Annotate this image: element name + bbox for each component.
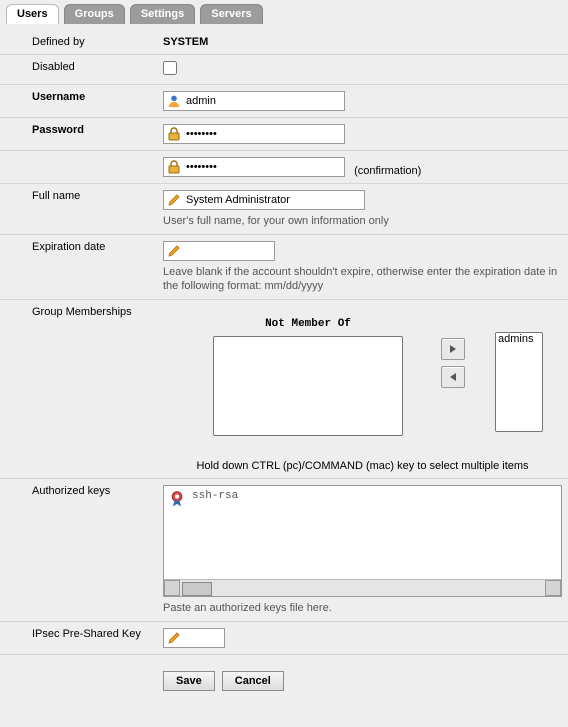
label-disabled: Disabled: [0, 54, 155, 84]
label-password: Password: [0, 117, 155, 150]
scroll-thumb[interactable]: [182, 582, 212, 596]
move-left-button[interactable]: [441, 366, 465, 388]
disabled-checkbox[interactable]: [163, 61, 177, 75]
label-defined-by: Defined by: [0, 30, 155, 54]
authorized-keys-textarea[interactable]: ssh-rsa: [163, 485, 562, 597]
pencil-icon: [166, 630, 182, 646]
pencil-icon: [166, 243, 182, 259]
ctrl-hint: Hold down CTRL (pc)/COMMAND (mac) key to…: [163, 460, 562, 472]
arrow-left-icon: [446, 370, 460, 384]
expiration-input[interactable]: [184, 242, 270, 260]
horizontal-scrollbar[interactable]: [164, 579, 561, 596]
authorized-keys-hint: Paste an authorized keys file here.: [163, 601, 562, 615]
ipsec-psk-input[interactable]: [184, 629, 220, 647]
scroll-right-button[interactable]: [545, 580, 561, 596]
lock-icon: [166, 126, 182, 142]
label-authorized-keys: Authorized keys: [0, 478, 155, 621]
authorized-keys-value: ssh-rsa: [192, 490, 238, 502]
scroll-left-button[interactable]: [164, 580, 180, 596]
expiration-hint: Leave blank if the account shouldn't exp…: [163, 265, 562, 293]
label-full-name: Full name: [0, 183, 155, 234]
label-ipsec-psk: IPsec Pre-Shared Key: [0, 621, 155, 654]
label-group-memberships: Group Memberships: [0, 299, 155, 478]
arrow-right-icon: [446, 342, 460, 356]
lock-icon: [166, 159, 182, 175]
tab-servers[interactable]: Servers: [200, 4, 262, 24]
value-defined-by: SYSTEM: [163, 36, 208, 48]
move-right-button[interactable]: [441, 338, 465, 360]
password-input[interactable]: [184, 125, 340, 143]
password-confirm-input[interactable]: [184, 158, 340, 176]
username-input[interactable]: [184, 92, 340, 110]
pencil-icon: [166, 192, 182, 208]
not-member-select[interactable]: [213, 336, 403, 436]
full-name-input[interactable]: [184, 191, 360, 209]
tab-groups[interactable]: Groups: [64, 4, 125, 24]
member-select[interactable]: admins: [495, 332, 543, 432]
certificate-icon: [168, 490, 186, 511]
user-icon: [166, 93, 182, 109]
member-option-admins[interactable]: admins: [496, 333, 542, 347]
full-name-hint: User's full name, for your own informati…: [163, 214, 562, 228]
tab-users[interactable]: Users: [6, 4, 59, 24]
cancel-button[interactable]: Cancel: [222, 671, 284, 691]
not-member-of-title: Not Member Of: [213, 318, 403, 330]
password-confirm-hint: (confirmation): [354, 165, 421, 177]
label-expiration: Expiration date: [0, 234, 155, 299]
tab-settings[interactable]: Settings: [130, 4, 195, 24]
save-button[interactable]: Save: [163, 671, 215, 691]
label-username: Username: [0, 84, 155, 117]
tab-bar: Users Groups Settings Servers: [0, 0, 568, 24]
